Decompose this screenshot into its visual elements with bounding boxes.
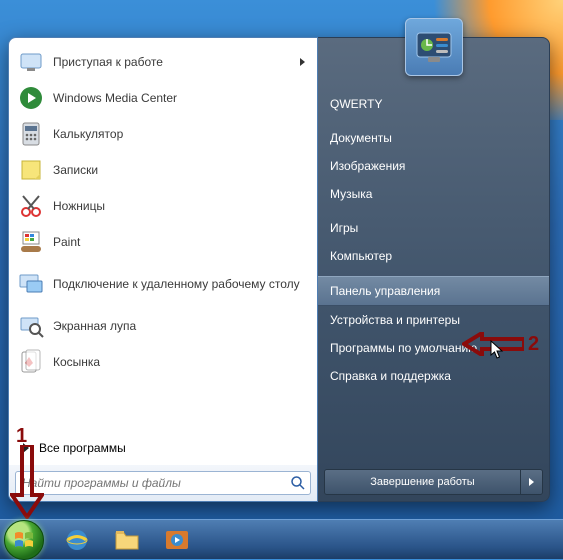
program-item-snipping[interactable]: Ножницы [11,188,315,224]
right-item-label: Изображения [330,159,405,173]
start-button[interactable] [4,520,44,560]
program-item-rdp[interactable]: Подключение к удаленному рабочему столу [11,260,315,308]
right-item-help-support[interactable]: Справка и поддержка [318,362,549,390]
program-item-sticky-notes[interactable]: Записки [11,152,315,188]
shutdown-options-button[interactable] [520,470,542,494]
snipping-icon [17,192,45,220]
program-item-magnifier[interactable]: Экранная лупа [11,308,315,344]
all-programs-button[interactable]: Все программы [9,431,317,465]
start-menu: Приступая к работе Windows Media Center Ка… [8,37,550,502]
windows-logo-icon [13,529,35,551]
taskbar-explorer[interactable] [104,525,150,555]
shutdown-area: Завершение работы [318,463,549,501]
shutdown-button[interactable]: Завершение работы [325,470,520,494]
right-item-label: Документы [330,131,392,145]
start-menu-left-pane: Приступая к работе Windows Media Center Ка… [8,37,318,502]
program-label: Paint [53,235,80,249]
search-input[interactable] [22,476,290,490]
getting-started-icon [17,48,45,76]
search-icon [290,475,306,491]
program-label: Калькулятор [53,127,123,141]
right-item-music[interactable]: Музыка [318,180,549,208]
right-item-label: Программы по умолчанию [330,341,477,355]
program-item-getting-started[interactable]: Приступая к работе [11,44,315,80]
right-item-games[interactable]: Игры [318,214,549,242]
search-box[interactable] [15,471,311,495]
control-panel-icon [414,27,454,67]
taskbar [0,519,563,559]
folder-icon [114,529,140,551]
program-label: Записки [53,163,98,177]
program-item-solitaire[interactable]: Косынка [11,344,315,380]
all-programs-label: Все программы [39,441,126,455]
right-pane-list: QWERTY Документы Изображения Музыка Игры Комп… [318,90,549,463]
submenu-arrow-icon [300,58,305,66]
right-item-documents[interactable]: Документы [318,124,549,152]
ie-icon [64,527,90,553]
program-list: Приступая к работе Windows Media Center Ка… [9,38,317,431]
program-label: Ножницы [53,199,105,213]
right-item-label: Устройства и принтеры [330,313,460,327]
taskbar-media-player[interactable] [154,525,200,555]
program-item-calculator[interactable]: Калькулятор [11,116,315,152]
magnifier-icon [17,312,45,340]
wmp-icon [164,529,190,551]
right-item-user-name[interactable]: QWERTY [318,90,549,118]
taskbar-internet-explorer[interactable] [54,525,100,555]
search-area [9,465,317,501]
right-item-label: Справка и поддержка [330,369,451,383]
right-item-label: QWERTY [330,97,382,111]
program-label: Windows Media Center [53,91,177,105]
right-item-label: Игры [330,221,358,235]
media-center-icon [17,84,45,112]
program-item-paint[interactable]: Paint [11,224,315,260]
right-item-control-panel[interactable]: Панель управления [318,276,549,306]
right-item-default-programs[interactable]: Программы по умолчанию [318,334,549,362]
paint-icon [17,228,45,256]
right-item-pictures[interactable]: Изображения [318,152,549,180]
program-label: Экранная лупа [53,319,136,333]
shutdown-split-button: Завершение работы [324,469,543,495]
program-label: Косынка [53,355,100,369]
right-item-label: Панель управления [330,284,440,298]
solitaire-icon [17,348,45,376]
program-item-media-center[interactable]: Windows Media Center [11,80,315,116]
right-item-devices-printers[interactable]: Устройства и принтеры [318,306,549,334]
program-label: Приступая к работе [53,55,163,69]
calculator-icon [17,120,45,148]
right-item-label: Компьютер [330,249,392,263]
rdp-icon [17,270,45,298]
sticky-notes-icon [17,156,45,184]
program-label: Подключение к удаленному рабочему столу [53,277,300,291]
start-menu-right-pane: QWERTY Документы Изображения Музыка Игры Комп… [318,37,550,502]
shutdown-label: Завершение работы [370,476,474,488]
user-picture-tile[interactable] [405,18,463,76]
chevron-right-icon [529,478,534,486]
right-item-label: Музыка [330,187,372,201]
right-item-computer[interactable]: Компьютер [318,242,549,270]
all-programs-arrow-icon [23,443,29,453]
